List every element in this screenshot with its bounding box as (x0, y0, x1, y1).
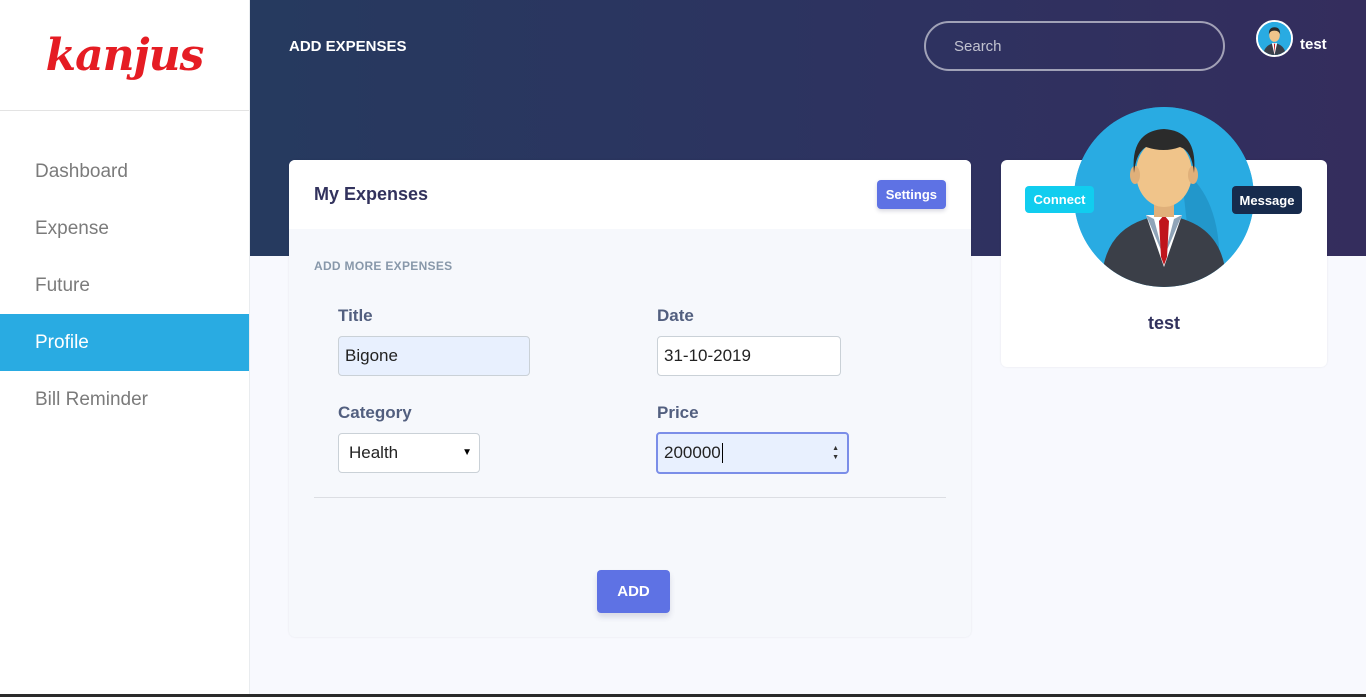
divider (314, 497, 946, 498)
price-input[interactable]: 200000 ▲ ▼ (656, 432, 849, 474)
settings-button[interactable]: Settings (876, 180, 946, 209)
connect-button[interactable]: Connect (1025, 186, 1094, 213)
sidebar-item-dashboard[interactable]: Dashboard (0, 143, 249, 200)
businessman-avatar-icon (1074, 107, 1254, 287)
sidebar-item-expense[interactable]: Expense (0, 200, 249, 257)
person-icon (1258, 22, 1291, 55)
title-input[interactable] (338, 336, 530, 376)
sidebar-item-future[interactable]: Future (0, 257, 249, 314)
date-label: Date (657, 306, 694, 325)
expenses-card: My Expenses Settings ADD MORE EXPENSES T… (289, 160, 971, 637)
add-button[interactable]: ADD (597, 570, 670, 613)
category-select[interactable]: Health ▼ (338, 433, 480, 473)
brand[interactable]: kanjus (0, 0, 249, 111)
card-header: My Expenses Settings (289, 160, 971, 229)
search-input[interactable] (954, 37, 1194, 55)
section-label: ADD MORE EXPENSES (314, 259, 453, 273)
user-menu[interactable]: test (1256, 20, 1327, 57)
text-cursor (721, 443, 723, 463)
page-title: ADD EXPENSES (289, 38, 407, 55)
dropdown-caret-icon: ▼ (462, 447, 472, 458)
sidebar-item-profile[interactable]: Profile (0, 314, 249, 371)
category-label: Category (338, 403, 412, 422)
search-box[interactable] (924, 21, 1225, 71)
user-avatar[interactable] (1256, 20, 1293, 57)
message-button[interactable]: Message (1232, 186, 1302, 214)
card-title: My Expenses (314, 184, 429, 204)
title-label: Title (338, 306, 373, 325)
date-input[interactable] (657, 336, 841, 376)
user-name[interactable]: test (1300, 36, 1327, 53)
category-value: Health (349, 443, 399, 462)
profile-name: test (1147, 313, 1180, 333)
price-label: Price (657, 403, 699, 422)
sidebar-item-bill-reminder[interactable]: Bill Reminder (0, 371, 249, 428)
profile-avatar (1074, 107, 1254, 287)
number-spinner-icon[interactable]: ▲ ▼ (832, 444, 839, 462)
sidebar: kanjus Dashboard Expense Future Profile … (0, 0, 250, 697)
brand-logo[interactable]: kanjus (46, 30, 205, 81)
sidebar-nav: Dashboard Expense Future Profile Bill Re… (0, 143, 249, 428)
price-value: 200000 (664, 443, 721, 462)
